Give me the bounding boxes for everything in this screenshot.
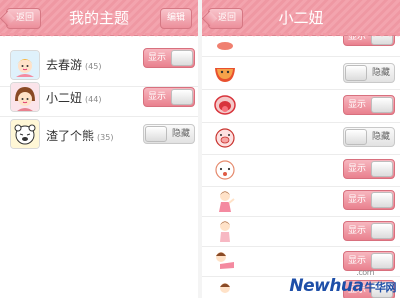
toggle-knob xyxy=(171,89,193,105)
toggle-label: 显示 xyxy=(348,100,367,110)
girl-waving-icon xyxy=(219,191,235,212)
sticker-list-panel: 显示 隐藏 显示 隐藏 显示 显示 显示 显示 显示 小二妞 返回 .com N… xyxy=(202,0,400,298)
sticker-list-header: 小二妞 返回 xyxy=(202,0,400,39)
theme-visibility-toggle-3[interactable]: 隐藏 xyxy=(143,124,195,144)
theme-visibility-toggle-2[interactable]: 显示 xyxy=(143,87,195,107)
sticker-toggle-2[interactable]: 隐藏 xyxy=(343,63,395,83)
toggle-knob xyxy=(171,50,193,66)
sticker-toggle-5[interactable]: 显示 xyxy=(343,159,395,179)
toggle-label: 显示 xyxy=(148,92,167,102)
back-button[interactable]: 返回 xyxy=(208,8,244,29)
watermark-brand: Newhua xyxy=(289,276,364,296)
toggle-label: 显示 xyxy=(148,53,167,63)
round-face-icon xyxy=(215,160,235,180)
toggle-label: 隐藏 xyxy=(371,68,390,78)
tongue-out-face-icon xyxy=(214,95,236,115)
toggle-label: 显示 xyxy=(348,226,367,236)
newhua-watermark: .com Newhua牛华网 xyxy=(289,268,397,296)
watermark-cn: 牛华网 xyxy=(364,281,397,294)
edit-button[interactable]: 编辑 xyxy=(159,8,192,29)
toggle-knob xyxy=(145,126,167,142)
sticker-toggle-3[interactable]: 显示 xyxy=(343,95,395,115)
toggle-knob xyxy=(371,97,393,113)
toggle-label: 隐藏 xyxy=(371,132,390,142)
toggle-label: 显示 xyxy=(348,195,367,205)
toggle-knob xyxy=(371,161,393,177)
back-button[interactable]: 返回 xyxy=(6,8,42,29)
girl-standing-icon xyxy=(220,221,230,242)
theme-avatar-xiaoerniu xyxy=(10,82,40,112)
my-themes-panel: 我的主题 返回 编辑 去春游 (45) 小二妞 (44) 渣了个熊 (35) 显… xyxy=(0,0,198,298)
theme-count: (35) xyxy=(97,133,114,142)
theme-visibility-toggle-1[interactable]: 显示 xyxy=(143,48,195,68)
theme-count: (45) xyxy=(85,62,102,71)
theme-name: 小二妞 (44) xyxy=(46,91,102,105)
theme-name: 渣了个熊 (35) xyxy=(46,129,114,143)
watermark-domain: .com xyxy=(356,268,374,277)
toggle-knob xyxy=(371,192,393,208)
sticker-toggle-6[interactable]: 显示 xyxy=(343,190,395,210)
theme-avatar-zha-bear xyxy=(10,119,40,149)
sticker-toggle-4[interactable]: 隐藏 xyxy=(343,127,395,147)
toggle-knob xyxy=(345,65,367,81)
theme-name: 去春游 (45) xyxy=(46,58,102,72)
girl-lying-icon xyxy=(216,252,234,269)
my-themes-header: 我的主题 返回 编辑 xyxy=(0,0,198,39)
toggle-knob xyxy=(371,223,393,239)
toggle-knob xyxy=(371,253,393,269)
watermelon-face-icon xyxy=(215,68,235,82)
girl-peeking-icon xyxy=(220,283,230,293)
toggle-knob xyxy=(345,129,367,145)
theme-avatar-spring-outing xyxy=(10,50,40,80)
pig-face-icon xyxy=(215,128,235,148)
toggle-label: 显示 xyxy=(348,164,367,174)
toggle-label: 隐藏 xyxy=(171,129,190,139)
sticker-toggle-7[interactable]: 显示 xyxy=(343,221,395,241)
theme-count: (44) xyxy=(85,95,102,104)
